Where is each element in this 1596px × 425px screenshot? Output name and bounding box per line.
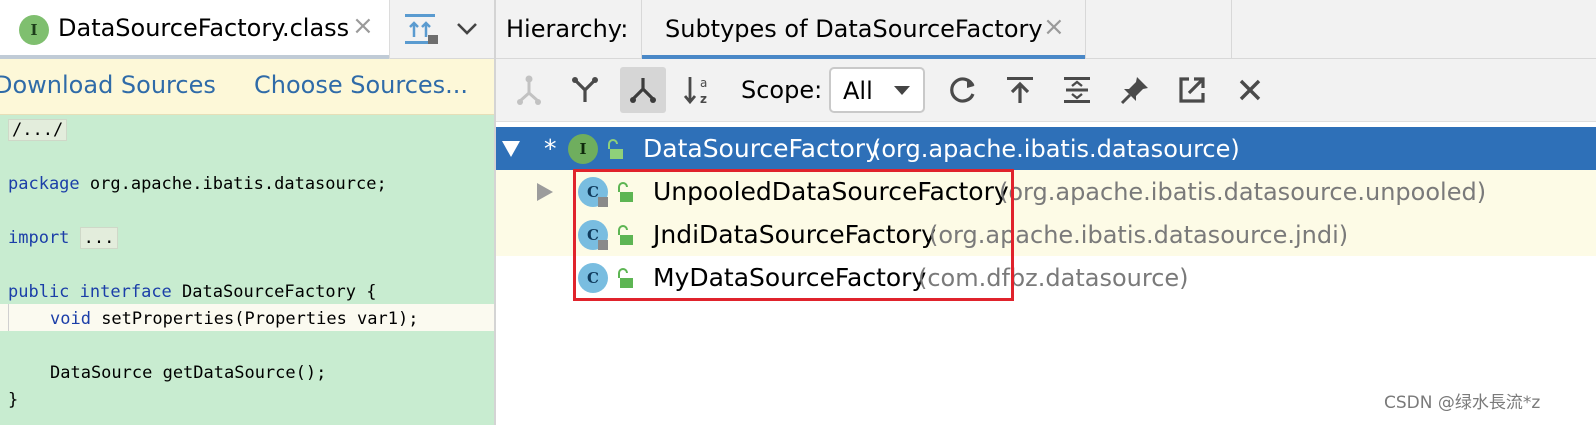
lock-overlay-icon [598,240,608,250]
child-package: (com.dfbz.datasource) [918,264,1189,292]
tab-subtypes[interactable]: Subtypes of DataSourceFactory × [641,0,1086,59]
folded-header[interactable]: /.../ [8,119,68,141]
expand-all-icon[interactable] [1054,67,1100,113]
pin-tab-icon[interactable] [402,11,442,47]
unlock-icon [608,139,623,159]
child-package: (org.apache.ibatis.datasource.unpooled) [999,178,1487,206]
editor-tab[interactable]: I DataSourceFactory.class × [0,0,390,59]
expanded-arrow-icon[interactable] [501,140,521,158]
scope-value: All [843,77,873,105]
tab-separator [1231,0,1232,59]
collapsed-arrow-icon[interactable] [536,182,554,202]
export-icon[interactable] [997,67,1043,113]
method-getdatasource: DataSource getDataSource(); [50,363,327,383]
lock-overlay-icon [598,197,608,207]
tree-node-child[interactable]: C JndiDataSourceFactory (org.apache.ibat… [496,213,1596,256]
folded-imports[interactable]: ... [79,227,119,249]
hierarchy-label: Hierarchy: [506,15,629,43]
close-tab-icon[interactable]: × [1043,14,1065,40]
code-line-getdatasource: DataSource getDataSource(); [50,360,326,387]
child-package: (org.apache.ibatis.datasource.jndi) [929,221,1349,249]
svg-text:a: a [700,76,707,90]
download-sources-link[interactable]: Download Sources [0,71,216,99]
close-icon[interactable] [1227,67,1273,113]
hierarchy-tab-bar: Hierarchy: Subtypes of DataSourceFactory… [496,0,1596,59]
supertypes-hierarchy-icon[interactable] [506,67,552,113]
interface-declaration: DataSourceFactory { [171,282,377,302]
tree-node-child[interactable]: C UnpooledDataSourceFactory (org.apache.… [496,170,1596,213]
interface-icon: I [19,15,49,45]
code-line-setproperties: void setProperties(Properties var1); [50,306,418,333]
editor-pane: I DataSourceFactory.class × Download Sou… [0,0,495,425]
code-line-package: package org.apache.ibatis.datasource; [8,171,387,198]
root-class-name: DataSourceFactory [643,134,880,163]
pin-icon[interactable] [1112,67,1158,113]
open-in-window-icon[interactable] [1169,67,1215,113]
code-line-import: import ... [8,225,119,252]
tree-node-root[interactable]: * I DataSourceFactory (org.apache.ibatis… [496,127,1596,170]
closing-brace: } [8,390,19,410]
refresh-icon[interactable] [940,67,986,113]
chevron-down-icon[interactable] [452,14,482,44]
hierarchy-tree: * I DataSourceFactory (org.apache.ibatis… [496,123,1596,425]
interface-icon: I [568,134,598,164]
keyword-interface: interface [79,282,172,302]
editor-tab-bar: I DataSourceFactory.class × [0,0,495,59]
type-hierarchy-icon[interactable] [562,67,608,113]
svg-text:z: z [700,92,707,106]
root-marker: * [544,134,557,163]
root-package: (org.apache.ibatis.datasource) [872,135,1240,163]
hierarchy-toolbar: az Scope: All [496,59,1596,122]
package-declaration: org.apache.ibatis.datasource; [79,174,387,194]
child-class-name: JndiDataSourceFactory [653,220,936,249]
tab-subtypes-label: Subtypes of DataSourceFactory [665,15,1043,43]
unlock-icon [618,268,633,288]
scope-dropdown[interactable]: All [829,67,925,113]
chevron-down-icon [894,86,910,95]
keyword-package: package [8,174,80,194]
unlock-icon [618,225,633,245]
watermark: CSDN @绿水長流*z [1384,393,1541,413]
child-class-name: UnpooledDataSourceFactory [653,177,1009,206]
code-line-close: } [8,387,18,414]
keyword-import: import [8,228,70,248]
tree-node-child[interactable]: C MyDataSourceFactory (com.dfbz.datasour… [496,256,1596,299]
code-line-interface: public interface DataSourceFactory { [8,279,377,306]
subtypes-hierarchy-icon[interactable] [620,67,666,113]
sources-banner: Download Sources Choose Sources... [0,59,495,115]
method-setproperties: setProperties(Properties var1); [90,309,419,329]
keyword-public: public [8,282,70,302]
close-tab-icon[interactable]: × [352,13,374,39]
code-line-header: /.../ [8,117,68,144]
editor-tab-label: DataSourceFactory.class [58,14,350,42]
scope-label: Scope: [741,76,823,104]
sort-alphabetically-icon[interactable]: az [676,67,722,113]
class-icon: C [578,263,608,293]
keyword-void: void [50,309,91,329]
choose-sources-link[interactable]: Choose Sources... [254,71,468,99]
child-class-name: MyDataSourceFactory [653,263,927,292]
hierarchy-pane: Hierarchy: Subtypes of DataSourceFactory… [496,0,1596,425]
unlock-icon [618,182,633,202]
